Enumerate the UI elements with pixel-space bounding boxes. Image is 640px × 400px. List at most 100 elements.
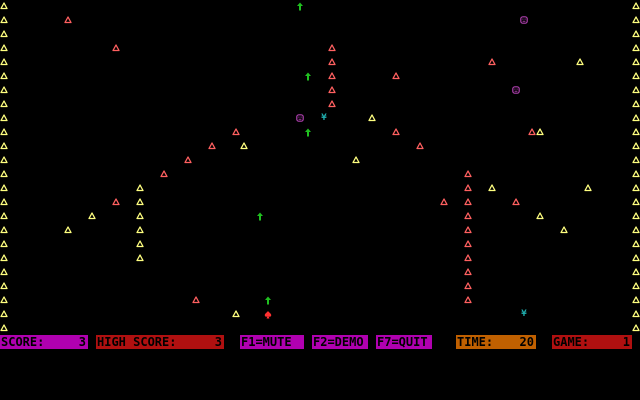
tree-icon (464, 268, 472, 276)
tree-icon (392, 128, 400, 136)
border-tree-icon (0, 184, 8, 192)
up-arrow-icon (296, 2, 304, 11)
tree-icon (136, 184, 144, 192)
tree-icon (328, 100, 336, 108)
border-tree-icon (0, 324, 8, 332)
tree-icon (464, 296, 472, 304)
tree-icon (488, 184, 496, 192)
border-tree-icon (632, 142, 640, 150)
border-tree-icon (632, 100, 640, 108)
border-tree-icon (632, 296, 640, 304)
border-tree-icon (0, 114, 8, 122)
tree-icon (536, 212, 544, 220)
face-icon (296, 114, 304, 122)
quit-key-hint[interactable]: F7=QUIT (376, 335, 432, 349)
tree-icon (240, 142, 248, 150)
border-tree-icon (632, 254, 640, 262)
score-value: 3 (78, 335, 86, 349)
border-tree-icon (632, 170, 640, 178)
tree-icon (584, 184, 592, 192)
border-tree-icon (632, 16, 640, 24)
border-tree-icon (0, 44, 8, 52)
tree-icon (576, 58, 584, 66)
border-tree-icon (632, 156, 640, 164)
border-tree-icon (0, 268, 8, 276)
border-tree-icon (0, 128, 8, 136)
demo-key-hint[interactable]: F2=DEMO (312, 335, 368, 349)
high-score-value: 3 (214, 335, 222, 349)
high-score-display: HIGH SCORE: 3 (96, 335, 224, 349)
border-tree-icon (632, 212, 640, 220)
border-tree-icon (0, 170, 8, 178)
border-tree-icon (632, 198, 640, 206)
tree-icon (192, 296, 200, 304)
border-tree-icon (0, 310, 8, 318)
tree-icon (136, 254, 144, 262)
up-arrow-icon (264, 296, 272, 305)
up-arrow-icon (256, 212, 264, 221)
tree-icon (560, 226, 568, 234)
game-number-display: GAME: 1 (552, 335, 632, 349)
tree-icon (528, 128, 536, 136)
tree-icon (464, 184, 472, 192)
tree-icon (328, 86, 336, 94)
time-label: TIME: (457, 335, 494, 349)
tree-icon (368, 114, 376, 122)
border-tree-icon (0, 100, 8, 108)
tree-icon (464, 226, 472, 234)
border-tree-icon (0, 16, 8, 24)
border-tree-icon (632, 44, 640, 52)
tree-icon (136, 240, 144, 248)
tree-icon (464, 170, 472, 178)
border-tree-icon (0, 72, 8, 80)
border-tree-icon (0, 30, 8, 38)
mute-key-hint[interactable]: F1=MUTE (240, 335, 304, 349)
border-tree-icon (0, 296, 8, 304)
border-tree-icon (0, 226, 8, 234)
quit-key-label: F7=QUIT (377, 335, 428, 349)
tree-icon (112, 44, 120, 52)
border-tree-icon (632, 240, 640, 248)
tree-icon (464, 254, 472, 262)
border-tree-icon (0, 282, 8, 290)
score-display: SCORE: 3 (0, 335, 88, 349)
tree-icon (136, 226, 144, 234)
face-icon (512, 86, 520, 94)
tree-icon (88, 212, 96, 220)
up-arrow-icon (304, 128, 312, 137)
tree-icon (232, 128, 240, 136)
tree-icon (208, 142, 216, 150)
border-tree-icon (0, 212, 8, 220)
yen-icon: ¥ (521, 309, 527, 319)
face-icon (520, 16, 528, 24)
yen-icon: ¥ (321, 113, 327, 123)
tree-icon (160, 170, 168, 178)
tree-icon (328, 72, 336, 80)
border-tree-icon (0, 58, 8, 66)
border-tree-icon (632, 2, 640, 10)
border-tree-icon (0, 2, 8, 10)
border-tree-icon (632, 128, 640, 136)
tree-icon (328, 58, 336, 66)
tree-icon (136, 212, 144, 220)
border-tree-icon (632, 268, 640, 276)
border-tree-icon (632, 86, 640, 94)
border-tree-icon (0, 240, 8, 248)
tree-icon (464, 212, 472, 220)
border-tree-icon (632, 310, 640, 318)
border-tree-icon (0, 86, 8, 94)
border-tree-icon (0, 198, 8, 206)
tree-icon (464, 198, 472, 206)
tree-icon (352, 156, 360, 164)
demo-key-label: F2=DEMO (313, 335, 364, 349)
border-tree-icon (632, 324, 640, 332)
tree-icon (328, 44, 336, 52)
game-value: 1 (622, 335, 630, 349)
tree-icon (64, 16, 72, 24)
border-tree-icon (632, 114, 640, 122)
game-playfield[interactable]: ¥ ¥ (0, 0, 640, 335)
game-label: GAME: (553, 335, 590, 349)
border-tree-icon (0, 142, 8, 150)
tree-icon (112, 198, 120, 206)
tree-icon (440, 198, 448, 206)
